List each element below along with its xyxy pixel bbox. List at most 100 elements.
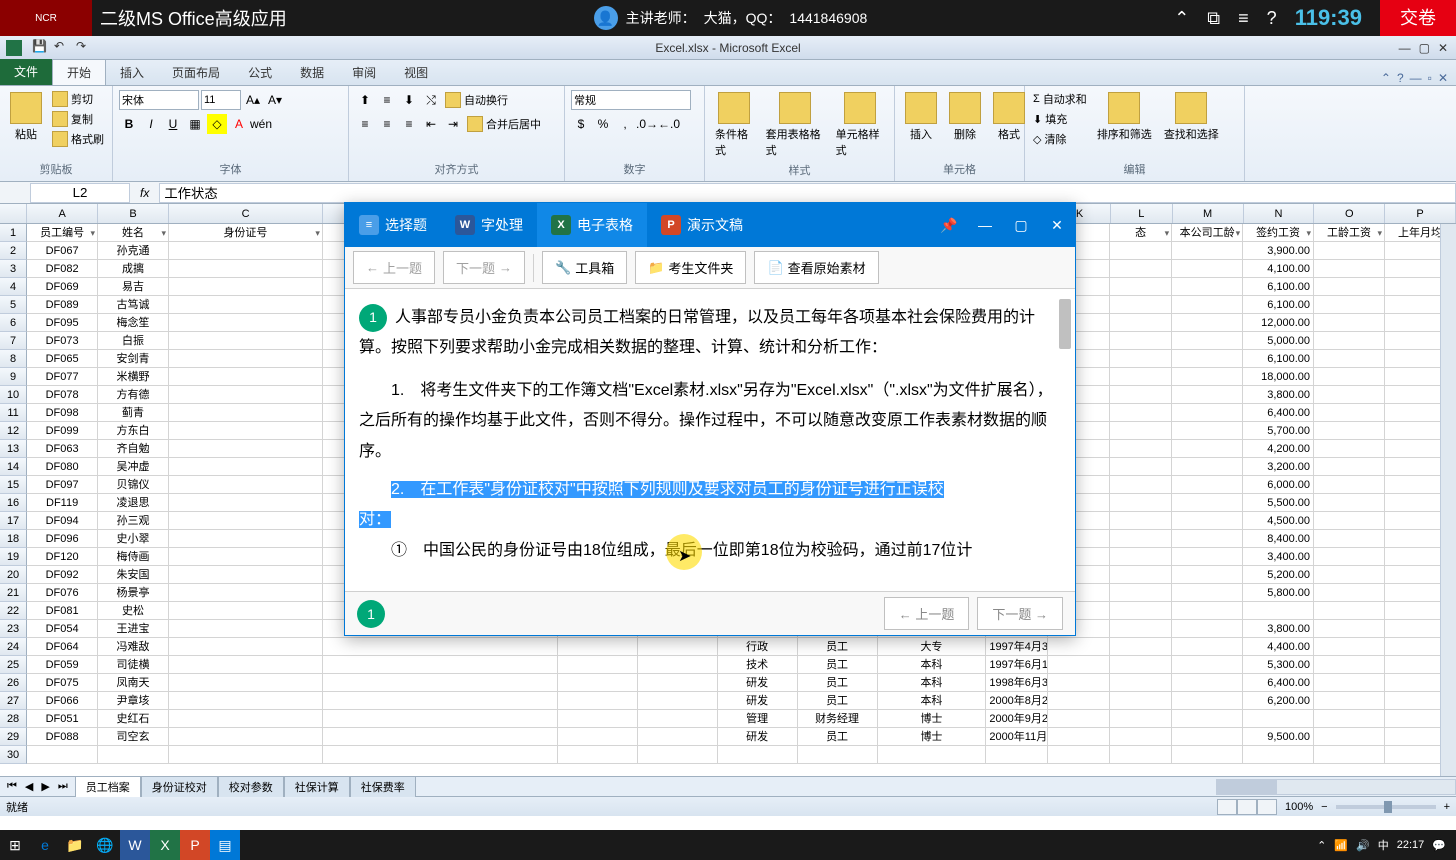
cell[interactable]: 8,400.00	[1243, 530, 1314, 548]
cell[interactable]	[1172, 260, 1243, 278]
header-cell[interactable]: 本公司工龄	[1172, 224, 1243, 242]
footer-next-button[interactable]: 下一题 →	[977, 597, 1063, 630]
cell[interactable]	[1243, 602, 1314, 620]
fill-button[interactable]: ⬇填充	[1031, 110, 1089, 128]
cell[interactable]: DF077	[27, 368, 98, 386]
cell[interactable]: 6,400.00	[1243, 404, 1314, 422]
col-header-C[interactable]: C	[169, 204, 323, 223]
row-header[interactable]: 15	[0, 476, 27, 494]
unknown-task-icon[interactable]: ▤	[210, 830, 240, 860]
cell[interactable]	[1314, 422, 1385, 440]
cell[interactable]	[638, 638, 718, 656]
cell[interactable]	[1110, 530, 1172, 548]
ribbon-help-icon[interactable]: ?	[1397, 71, 1404, 85]
cell[interactable]: DF092	[27, 566, 98, 584]
cell[interactable]	[1172, 296, 1243, 314]
cell[interactable]: 5,500.00	[1243, 494, 1314, 512]
row-header[interactable]: 8	[0, 350, 27, 368]
border-button[interactable]: ▦	[185, 114, 205, 134]
cell[interactable]	[1314, 620, 1385, 638]
cell[interactable]	[169, 476, 323, 494]
cell[interactable]	[1314, 566, 1385, 584]
cell[interactable]	[1314, 674, 1385, 692]
cell[interactable]: 本科	[878, 674, 987, 692]
edge-icon[interactable]: e	[30, 830, 60, 860]
cell[interactable]: 员工	[798, 728, 878, 746]
page-break-view-button[interactable]	[1257, 799, 1277, 815]
cell[interactable]	[1314, 260, 1385, 278]
undo-icon[interactable]: ↶	[54, 39, 72, 57]
cell[interactable]	[169, 332, 323, 350]
cell[interactable]	[1172, 476, 1243, 494]
cell[interactable]	[1172, 332, 1243, 350]
cell[interactable]: 3,400.00	[1243, 548, 1314, 566]
indent-inc-icon[interactable]: ⇥	[443, 114, 463, 134]
sheet-nav-last-icon[interactable]: ⏭	[55, 780, 71, 793]
cell[interactable]: DF064	[27, 638, 98, 656]
cell[interactable]	[1110, 746, 1172, 764]
row-header[interactable]: 28	[0, 710, 27, 728]
cell[interactable]	[1172, 494, 1243, 512]
cell[interactable]	[558, 692, 638, 710]
row-header[interactable]: 30	[0, 746, 27, 764]
row-header[interactable]: 11	[0, 404, 27, 422]
comma-icon[interactable]: ,	[615, 114, 635, 134]
cell[interactable]: 财务经理	[798, 710, 878, 728]
sheet-tab-3[interactable]: 社保计算	[284, 776, 350, 797]
font-name-combo[interactable]	[119, 90, 199, 110]
align-top-icon[interactable]: ⬆	[355, 90, 375, 110]
cell[interactable]: DF088	[27, 728, 98, 746]
cell[interactable]	[1110, 692, 1172, 710]
zoom-level[interactable]: 100%	[1285, 801, 1313, 813]
row-header[interactable]: 12	[0, 422, 27, 440]
cell[interactable]: 博士	[878, 710, 987, 728]
cell[interactable]: 1997年6月1日	[986, 656, 1048, 674]
cell[interactable]	[1172, 692, 1243, 710]
cell[interactable]	[169, 368, 323, 386]
cell[interactable]: 本科	[878, 692, 987, 710]
view-material-button[interactable]: 📄查看原始素材	[754, 251, 878, 284]
tab-formula[interactable]: 公式	[234, 60, 286, 85]
row-header[interactable]: 27	[0, 692, 27, 710]
cell[interactable]	[558, 674, 638, 692]
cell[interactable]: DF065	[27, 350, 98, 368]
cell[interactable]	[558, 638, 638, 656]
cell[interactable]: DF067	[27, 242, 98, 260]
normal-view-button[interactable]	[1217, 799, 1237, 815]
cell[interactable]	[1048, 674, 1110, 692]
cell[interactable]	[1110, 440, 1172, 458]
cell[interactable]: 行政	[718, 638, 798, 656]
sheet-nav-next-icon[interactable]: ▶	[38, 780, 52, 793]
cell[interactable]	[1314, 656, 1385, 674]
cell[interactable]	[1172, 512, 1243, 530]
cell[interactable]: 6,200.00	[1243, 692, 1314, 710]
cell[interactable]: 大专	[878, 638, 987, 656]
cell[interactable]: 2000年11月25日	[986, 728, 1048, 746]
cell[interactable]	[1314, 494, 1385, 512]
col-header-A[interactable]: A	[27, 204, 98, 223]
cell[interactable]	[1110, 350, 1172, 368]
cell[interactable]	[638, 728, 718, 746]
qpanel-maximize-icon[interactable]: ▢	[1003, 203, 1039, 247]
exam-list-icon[interactable]: ≡	[1238, 8, 1249, 29]
cell[interactable]: DF063	[27, 440, 98, 458]
cell[interactable]	[169, 584, 323, 602]
row-header[interactable]: 21	[0, 584, 27, 602]
dec-decimal-icon[interactable]: ←.0	[659, 114, 679, 134]
cell[interactable]: DF080	[27, 458, 98, 476]
horizontal-scrollbar[interactable]	[1216, 779, 1456, 795]
cell[interactable]: 本科	[878, 656, 987, 674]
row-header[interactable]: 13	[0, 440, 27, 458]
row-header[interactable]: 2	[0, 242, 27, 260]
cell[interactable]: 技术	[718, 656, 798, 674]
cell[interactable]	[1314, 404, 1385, 422]
cell[interactable]	[1172, 368, 1243, 386]
cell[interactable]	[1110, 602, 1172, 620]
header-cell[interactable]: 姓名	[98, 224, 169, 242]
col-header-L[interactable]: L	[1111, 204, 1173, 223]
merge-button[interactable]: 合并后居中	[465, 114, 543, 134]
cell[interactable]	[169, 422, 323, 440]
tray-sound-icon[interactable]: 🔊	[1356, 839, 1370, 852]
cell[interactable]	[169, 620, 323, 638]
cell[interactable]	[1110, 332, 1172, 350]
